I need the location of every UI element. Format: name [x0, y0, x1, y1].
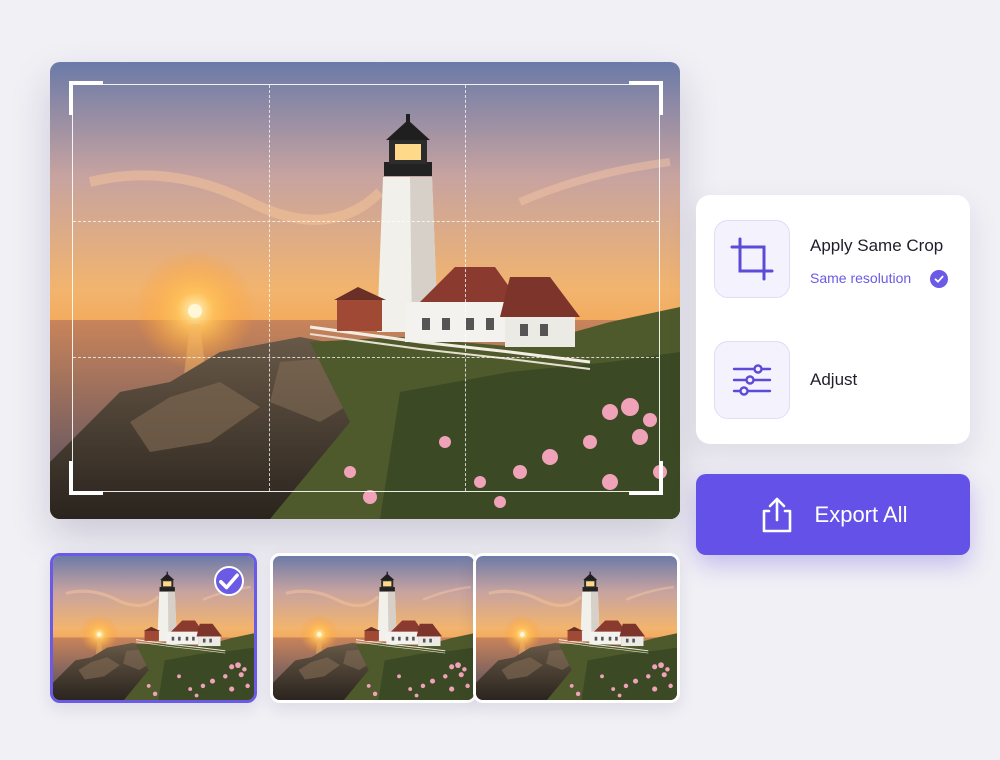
adjust-label[interactable]: Adjust — [810, 370, 857, 390]
crop-handle-bottom-left[interactable] — [69, 461, 103, 495]
upload-icon — [762, 497, 791, 532]
same-resolution-label[interactable]: Same resolution — [810, 270, 911, 286]
crop-grid-line — [465, 85, 466, 491]
tools-panel: Apply Same Crop Same resolution Adjust — [696, 195, 970, 444]
check-icon — [930, 270, 948, 288]
crop-icon — [730, 237, 774, 281]
export-all-button[interactable]: Export All — [696, 474, 970, 555]
main-image-editor[interactable] — [50, 62, 680, 519]
crop-handle-top-right[interactable] — [629, 81, 663, 115]
crop-grid-line — [269, 85, 270, 491]
apply-crop-button[interactable] — [714, 220, 790, 298]
apply-crop-label[interactable]: Apply Same Crop — [810, 236, 943, 256]
crop-grid-line — [73, 221, 659, 222]
crop-frame[interactable] — [69, 81, 663, 495]
sliders-icon — [732, 364, 772, 396]
crop-grid-line — [73, 357, 659, 358]
thumbnail-photo — [476, 556, 677, 700]
crop-handle-bottom-right[interactable] — [629, 461, 663, 495]
export-all-label: Export All — [814, 501, 908, 527]
adjust-button[interactable] — [714, 341, 790, 419]
crop-handle-top-left[interactable] — [69, 81, 103, 115]
check-icon — [214, 566, 244, 596]
thumbnail-3[interactable] — [473, 553, 680, 703]
thumbnail-photo — [273, 556, 474, 700]
thumbnail-2[interactable] — [270, 553, 477, 703]
thumbnail-1[interactable] — [50, 553, 257, 703]
